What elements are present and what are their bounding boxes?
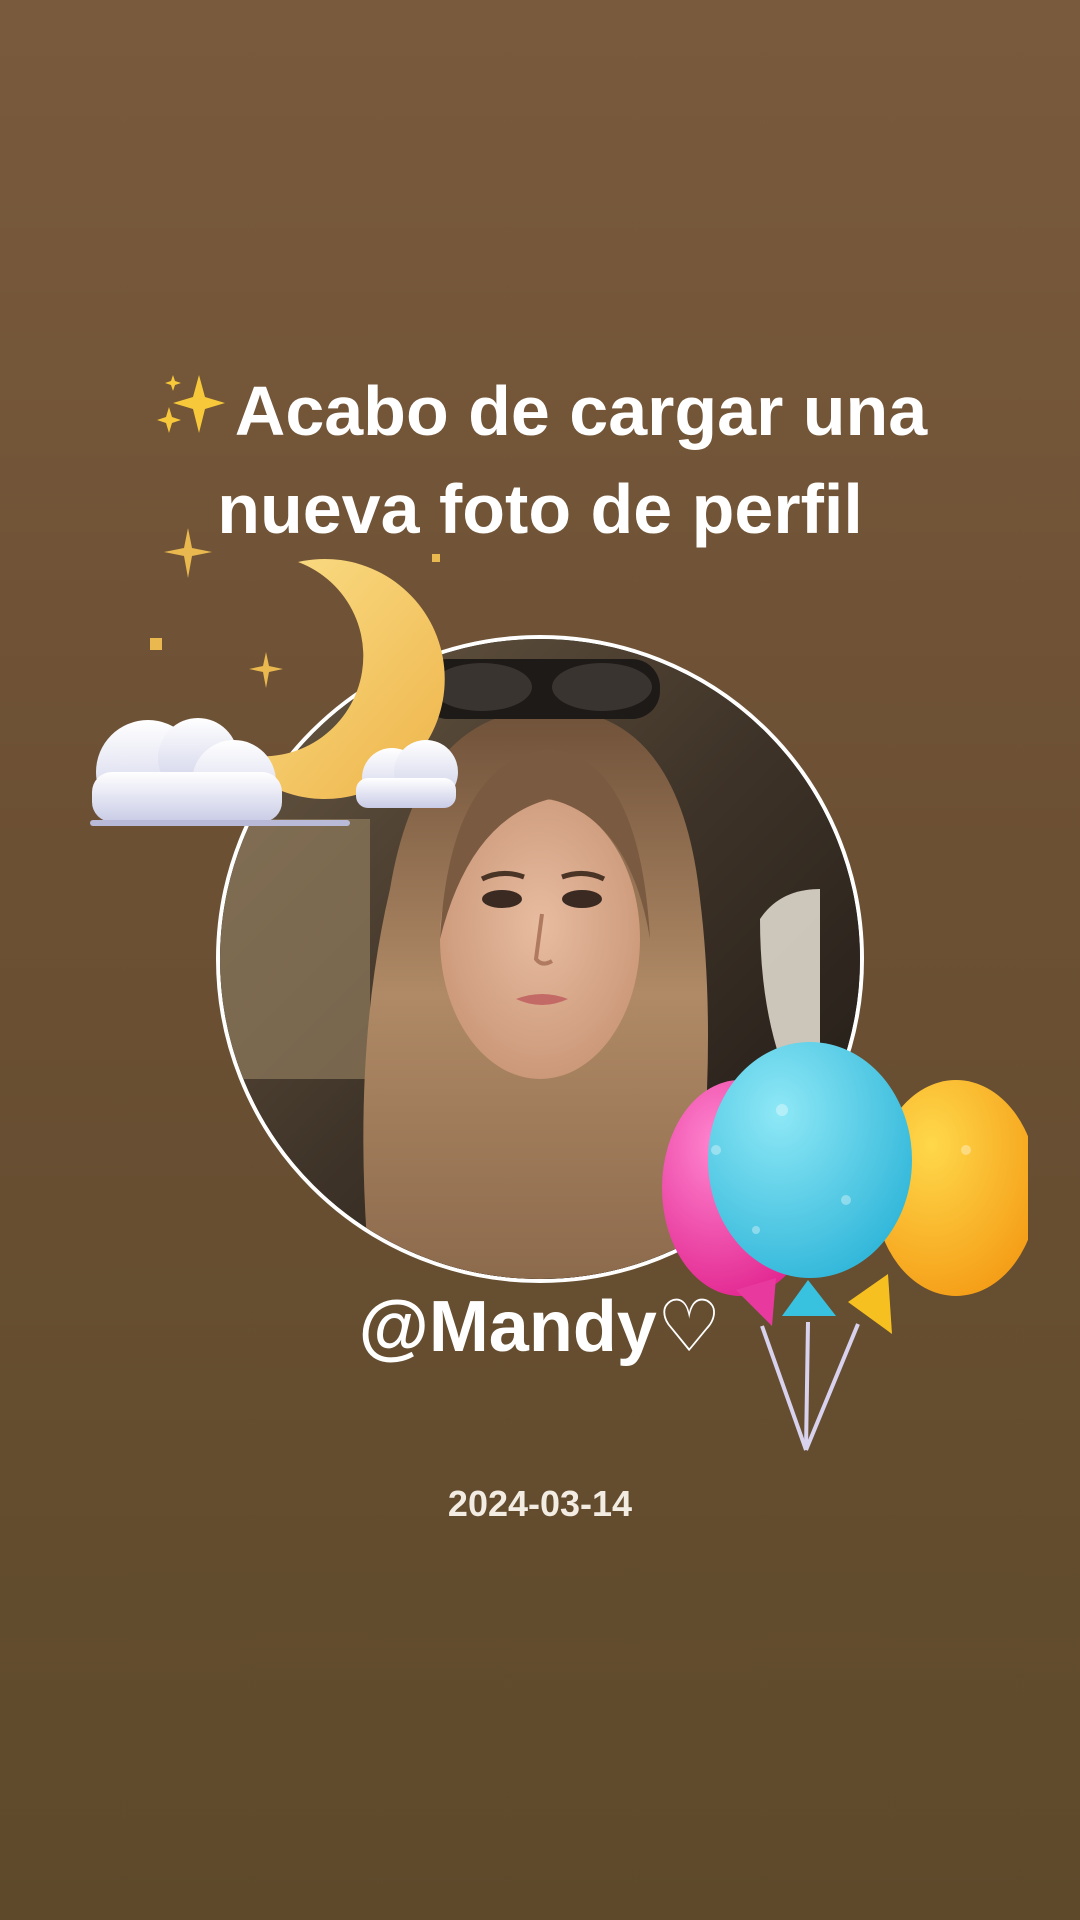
sparkles-icon [153,368,229,438]
upload-date: 2024-03-14 [447,1483,633,1524]
balloons-sticker [596,1040,1038,1460]
moon-clouds-sticker [88,520,468,840]
